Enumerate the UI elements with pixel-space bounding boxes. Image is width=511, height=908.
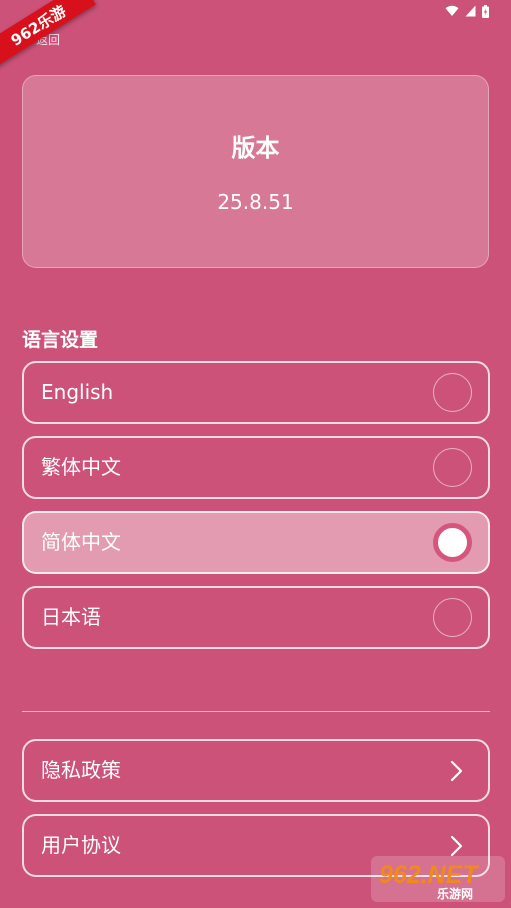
language-option-label: 繁体中文 — [41, 455, 121, 479]
language-option-traditional-chinese[interactable]: 繁体中文 — [22, 436, 490, 499]
section-divider — [22, 711, 490, 712]
watermark-ribbon: 962乐游 — [0, 0, 96, 68]
language-option-japanese[interactable]: 日本语 — [22, 586, 490, 649]
language-option-simplified-chinese[interactable]: 简体中文 — [22, 511, 490, 574]
version-title: 版本 — [231, 134, 280, 162]
chevron-right-icon — [450, 760, 463, 782]
watermark-logo-subtext: 乐游网 — [437, 886, 473, 901]
language-option-label: 日本语 — [41, 605, 101, 629]
version-number: 25.8.51 — [217, 190, 294, 214]
signal-icon — [465, 5, 476, 17]
chevron-right-icon — [450, 835, 463, 857]
radio-checked-icon[interactable] — [433, 523, 472, 562]
watermark-logo-text: 962.NET — [379, 861, 480, 889]
status-bar — [445, 4, 489, 18]
language-settings-heading: 语言设置 — [22, 329, 99, 351]
version-card: 版本 25.8.51 — [22, 75, 489, 268]
battery-icon — [482, 4, 489, 18]
radio-unchecked-icon[interactable] — [433, 373, 472, 412]
radio-unchecked-icon[interactable] — [433, 448, 472, 487]
language-option-label: English — [41, 380, 114, 404]
privacy-policy-link[interactable]: 隐私政策 — [22, 739, 490, 802]
link-label: 隐私政策 — [41, 758, 121, 782]
watermark-logo: 962.NET 乐游网 — [371, 856, 505, 902]
language-option-label: 简体中文 — [41, 530, 121, 554]
wifi-icon — [445, 5, 459, 16]
link-label: 用户协议 — [41, 833, 121, 857]
language-option-english[interactable]: English — [22, 361, 490, 424]
radio-unchecked-icon[interactable] — [433, 598, 472, 637]
